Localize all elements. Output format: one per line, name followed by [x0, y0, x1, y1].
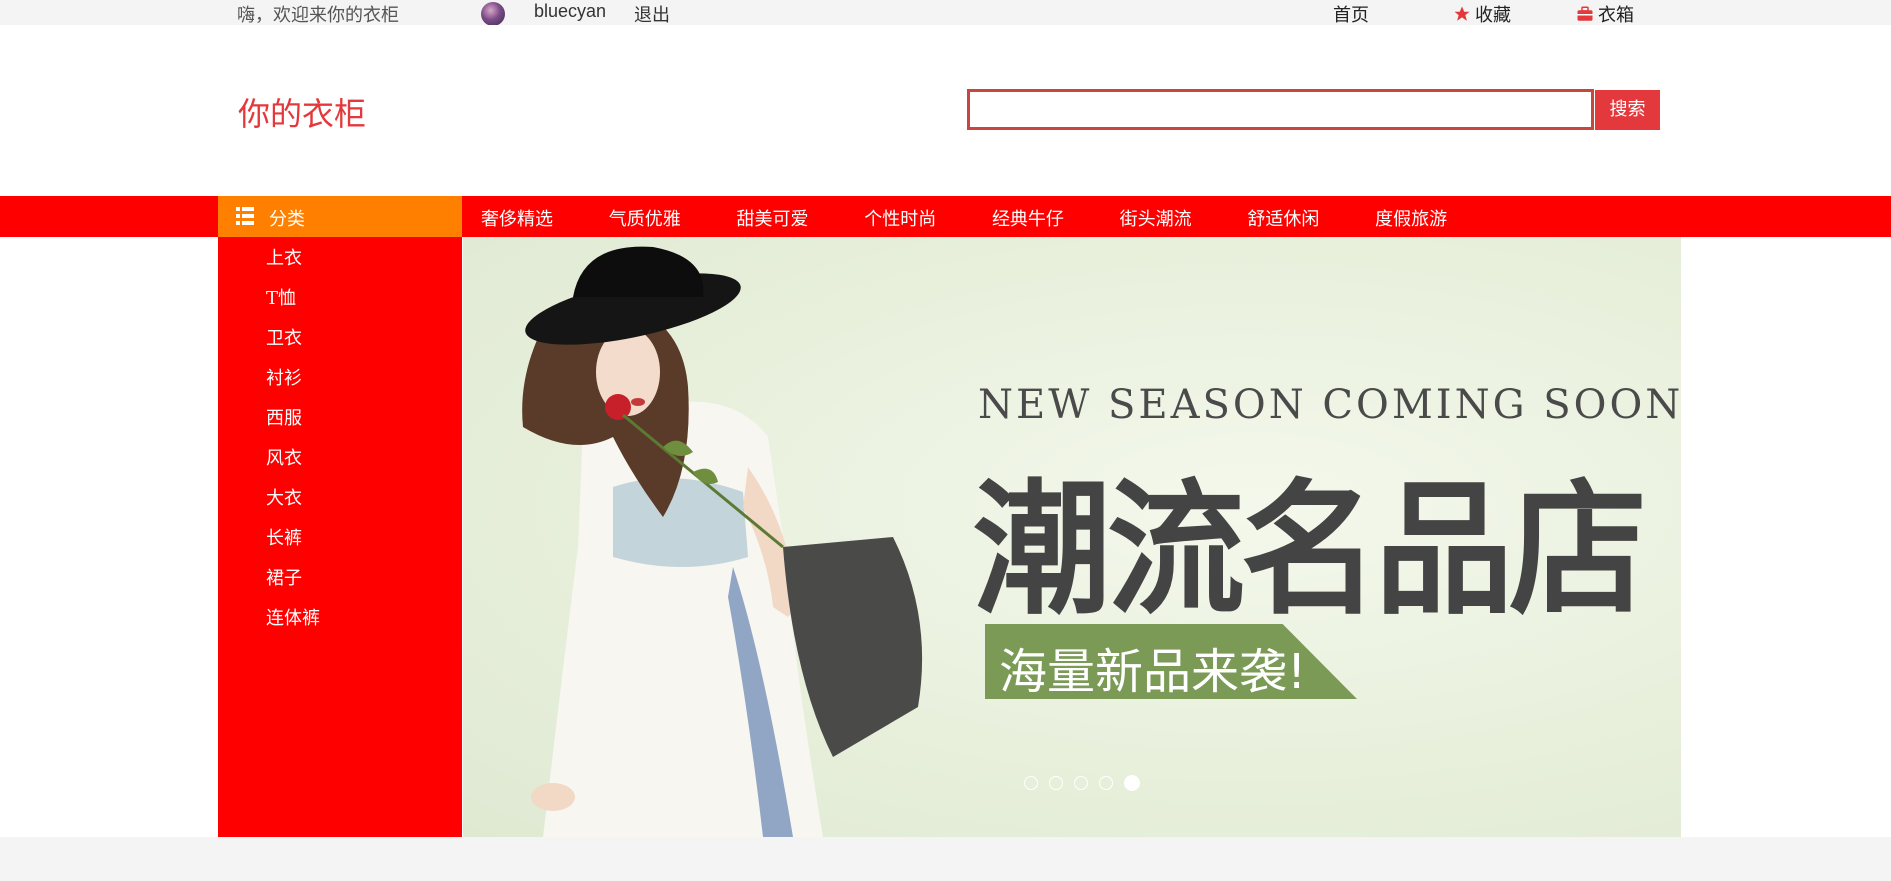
sidebar-item-jumpsuit[interactable]: 连体裤 — [218, 603, 462, 643]
banner-kicker: NEW SEASON COMING SOON — [978, 382, 1681, 428]
nav-item-elegant[interactable]: 气质优雅 — [609, 205, 681, 231]
carousel-dots — [1024, 775, 1146, 794]
sidebar-item-trench[interactable]: 风衣 — [218, 443, 462, 483]
nav-item-vacation[interactable]: 度假旅游 — [1375, 205, 1447, 231]
carousel-dot[interactable] — [1024, 776, 1038, 790]
sidebar-item-skirt[interactable]: 裙子 — [218, 563, 462, 603]
category-header[interactable]: 分类 — [218, 196, 462, 237]
nav-item-sweet[interactable]: 甜美可爱 — [736, 205, 808, 231]
carousel-dot[interactable] — [1049, 776, 1064, 790]
sidebar-item-tops[interactable]: 上衣 — [218, 243, 462, 283]
search-input[interactable] — [970, 92, 1591, 127]
sidebar-item-shirt[interactable]: 衬衫 — [218, 363, 462, 403]
banner-headline: 潮流名品店 — [973, 465, 1647, 635]
nav-item-luxury[interactable]: 奢侈精选 — [481, 205, 553, 231]
list-icon — [236, 207, 254, 225]
avatar[interactable] — [481, 2, 505, 26]
main-area: 上衣 T恤 卫衣 衬衫 西服 风衣 大衣 长裤 裙子 连体裤 NEW SEASO… — [0, 237, 1891, 837]
sidebar-item-trousers[interactable]: 长裤 — [218, 523, 462, 563]
closet-label: 衣箱 — [1598, 5, 1634, 26]
closet-link[interactable]: 衣箱 — [1576, 1, 1634, 27]
banner-tag-text: 海量新品来袭! — [999, 644, 1307, 700]
suitcase-icon — [1577, 6, 1593, 21]
category-nav: 分类 奢侈精选 气质优雅 甜美可爱 个性时尚 经典牛仔 街头潮流 舒适休闲 度假… — [0, 196, 1891, 237]
top-bar: 嗨，欢迎来你的衣柜 bluecyan 退出 首页 收藏 衣箱 — [0, 0, 1891, 27]
promo-banner[interactable]: NEW SEASON COMING SOON 潮流名品店 海量新品来袭! — [463, 237, 1681, 837]
model-photo — [522, 246, 923, 837]
nav-item-denim[interactable]: 经典牛仔 — [992, 205, 1064, 231]
star-icon — [1454, 6, 1470, 21]
nav-items: 奢侈精选 气质优雅 甜美可爱 个性时尚 经典牛仔 街头潮流 舒适休闲 度假旅游 — [481, 205, 1497, 231]
username-link[interactable]: bluecyan — [534, 1, 606, 22]
home-link[interactable]: 首页 — [1333, 1, 1369, 27]
site-logo[interactable]: 你的衣柜 — [238, 89, 366, 135]
logout-link[interactable]: 退出 — [634, 1, 670, 27]
favorites-label: 收藏 — [1475, 5, 1511, 26]
carousel-dot[interactable] — [1099, 776, 1114, 790]
carousel-dot[interactable] — [1074, 776, 1089, 790]
nav-item-fashion[interactable]: 个性时尚 — [864, 205, 936, 231]
favorites-link[interactable]: 收藏 — [1453, 1, 1511, 27]
category-sidebar: 上衣 T恤 卫衣 衬衫 西服 风衣 大衣 长裤 裙子 连体裤 — [218, 237, 462, 837]
sidebar-item-hoodie[interactable]: 卫衣 — [218, 323, 462, 363]
search-button[interactable]: 搜索 — [1595, 90, 1660, 130]
sidebar-item-tshirt[interactable]: T恤 — [218, 283, 462, 323]
sidebar-item-coat[interactable]: 大衣 — [218, 483, 462, 523]
search-box — [967, 89, 1594, 130]
welcome-text: 嗨，欢迎来你的衣柜 — [237, 5, 399, 26]
nav-item-casual[interactable]: 舒适休闲 — [1247, 205, 1319, 231]
header: 你的衣柜 搜索 — [0, 25, 1891, 196]
category-label: 分类 — [269, 209, 305, 230]
carousel-dot-active[interactable] — [1124, 775, 1141, 791]
sidebar-item-suit[interactable]: 西服 — [218, 403, 462, 443]
nav-item-street[interactable]: 街头潮流 — [1120, 205, 1192, 231]
